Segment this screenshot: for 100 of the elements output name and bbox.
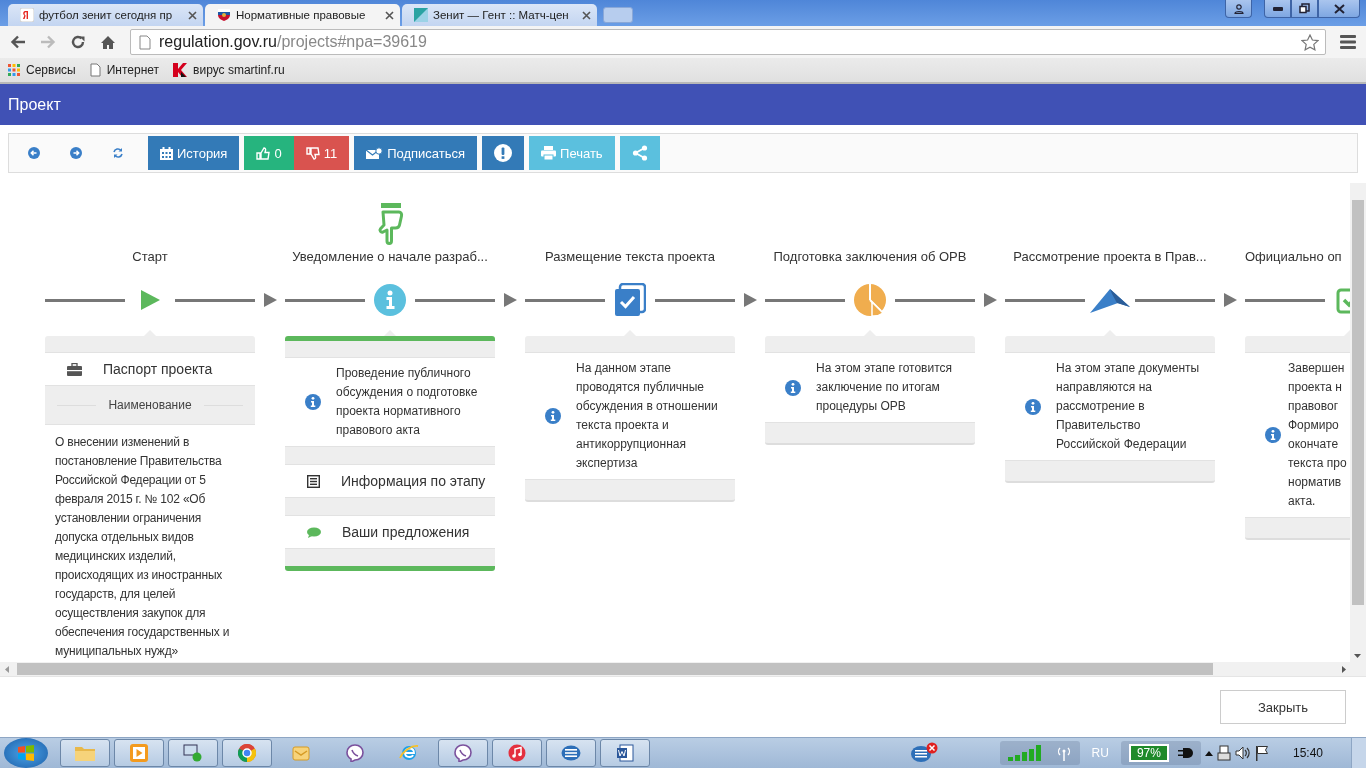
speech-bubble-icon bbox=[307, 526, 321, 538]
taskbar-app[interactable] bbox=[114, 739, 164, 767]
play-icon bbox=[138, 288, 162, 312]
project-name-text: О внесении изменений в постановление Правительства Российской Федерации от 5 февраля 2015 г. № 102 «Об установлении ограничения допуска отдельных видов медицинских изделий, происходящих из иностранных государств, для целей осуществления закупок для обеспечения государственных и муниципальных нужд» bbox=[55, 435, 230, 658]
list-window-icon bbox=[561, 745, 581, 761]
stage-description: На этом этапе документы направляются на рассмотрение в Правительство Российской Федерации bbox=[1056, 360, 1201, 453]
back-arrow-icon[interactable] bbox=[10, 35, 26, 49]
left-circle-icon bbox=[28, 147, 40, 159]
close-icon[interactable] bbox=[188, 10, 197, 20]
arrow-head-icon bbox=[263, 293, 277, 307]
taskbar-app[interactable] bbox=[438, 739, 488, 767]
apps-grid-icon bbox=[8, 64, 20, 76]
taskbar-app[interactable] bbox=[600, 739, 650, 767]
minimize-button[interactable] bbox=[1264, 0, 1291, 18]
scroll-thumb[interactable] bbox=[17, 663, 1213, 675]
stage-description: На данном этапе проводятся публичные обсуждения в отношении текста проекта и антикоррупционная экспертиза bbox=[576, 360, 719, 472]
browser-tab[interactable]: Зенит — Гент :: Матч-цен bbox=[402, 4, 597, 26]
stage-link[interactable]: Информация по этапу bbox=[285, 464, 495, 498]
stage-description-line: окончате bbox=[1288, 436, 1340, 453]
stage-title[interactable]: Уведомление о начале разраб... bbox=[285, 248, 495, 266]
envelope-icon bbox=[366, 146, 384, 160]
menu-icon[interactable] bbox=[1340, 35, 1356, 49]
exclamation-circle-icon bbox=[494, 144, 513, 162]
right-arrow-icon[interactable] bbox=[1342, 665, 1346, 673]
stage-title[interactable]: Рассмотрение проекта в Прав... bbox=[1005, 248, 1215, 266]
up-caret-icon[interactable] bbox=[1204, 750, 1213, 756]
star-icon[interactable] bbox=[1301, 33, 1319, 51]
list-icon bbox=[307, 474, 320, 488]
arrow-head-icon bbox=[503, 293, 517, 307]
stage-description-line: Формиро bbox=[1288, 417, 1340, 434]
person-icon bbox=[1233, 3, 1244, 14]
chat-bubble-icon bbox=[346, 744, 364, 762]
down-arrow-icon[interactable] bbox=[1354, 654, 1361, 658]
calendar-icon bbox=[160, 146, 173, 160]
wheel-icon bbox=[238, 744, 256, 762]
page-icon bbox=[89, 63, 101, 77]
user-button[interactable] bbox=[1225, 0, 1252, 18]
vertical-scrollbar[interactable] bbox=[1350, 183, 1366, 662]
page-title: Проект bbox=[8, 95, 61, 114]
browser-tab[interactable]: футбол зенит сегодня пр bbox=[8, 4, 203, 26]
scroll-thumb[interactable] bbox=[1352, 200, 1364, 605]
taskbar-app[interactable] bbox=[222, 739, 272, 767]
taskbar-app[interactable] bbox=[546, 739, 596, 767]
browser-tab[interactable]: Нормативные правовые bbox=[205, 4, 400, 26]
music-note-icon bbox=[508, 744, 526, 762]
horizontal-scrollbar[interactable] bbox=[0, 662, 1366, 676]
restore-button[interactable] bbox=[1291, 0, 1318, 18]
clock[interactable]: 15:40 bbox=[1292, 746, 1323, 760]
arrow-head-icon bbox=[743, 293, 757, 307]
left-arrow-icon[interactable] bbox=[5, 665, 9, 673]
thumbs-up-icon bbox=[256, 146, 271, 160]
info-icon bbox=[545, 408, 561, 424]
flag-shield-icon bbox=[217, 8, 231, 22]
flag-icon[interactable] bbox=[1254, 745, 1269, 761]
close-icon[interactable] bbox=[385, 10, 394, 20]
speaker-icon[interactable] bbox=[1234, 746, 1251, 760]
history-button[interactable]: История bbox=[148, 136, 240, 170]
subscribe-button[interactable]: Подписаться bbox=[354, 136, 478, 170]
tab-title: Нормативные правовые bbox=[236, 9, 366, 21]
bookmark-link[interactable]: вирус smartinf.ru bbox=[173, 63, 285, 77]
pie-chart-icon bbox=[853, 283, 887, 317]
start-button[interactable] bbox=[4, 738, 48, 768]
close-button[interactable] bbox=[1318, 0, 1360, 18]
stage-title[interactable]: Старт bbox=[45, 248, 255, 266]
info-icon bbox=[785, 379, 801, 396]
roof-arrow-icon bbox=[1089, 286, 1131, 314]
reload-icon[interactable] bbox=[70, 34, 86, 50]
right-circle-icon bbox=[70, 147, 82, 159]
alert-button[interactable] bbox=[482, 136, 525, 170]
windows-logo-icon bbox=[18, 745, 34, 761]
device-icon[interactable] bbox=[1216, 745, 1231, 761]
document-icon bbox=[616, 744, 634, 762]
stage-description-line: норматив bbox=[1288, 474, 1343, 491]
refresh-icon bbox=[112, 147, 124, 159]
network-error-icon bbox=[909, 742, 938, 764]
arrow-head-icon bbox=[1223, 293, 1237, 307]
close-icon[interactable] bbox=[582, 10, 591, 20]
dislike-button[interactable]: 11 bbox=[293, 136, 350, 170]
address-bar[interactable]: regulation.gov.ru/projects#npa=39619 bbox=[130, 29, 1326, 55]
stage-title[interactable]: Подготовка заключения об ОРВ bbox=[765, 248, 975, 266]
bookmark-link[interactable]: Интернет bbox=[89, 63, 160, 77]
bookmark-link[interactable]: Сервисы bbox=[8, 63, 76, 77]
stage-title[interactable]: Официально оп bbox=[1245, 248, 1350, 266]
power-plug-icon bbox=[1176, 747, 1193, 759]
folder-icon bbox=[75, 745, 95, 761]
close-icon bbox=[1333, 3, 1345, 14]
close-button[interactable]: Закрыть bbox=[1220, 690, 1346, 724]
restore-icon bbox=[1299, 3, 1310, 14]
tab-title: футбол зенит сегодня пр bbox=[39, 9, 173, 21]
stage-description-line: Завершен bbox=[1288, 360, 1346, 377]
stage-link[interactable]: Ваши предложения bbox=[285, 515, 495, 549]
battery-indicator[interactable]: 97% bbox=[1128, 744, 1169, 762]
home-icon[interactable] bbox=[100, 34, 116, 50]
stage-description-line: проекта н bbox=[1288, 379, 1343, 396]
taskbar-app[interactable] bbox=[492, 739, 542, 767]
antenna-icon bbox=[1055, 745, 1072, 761]
stage-title[interactable]: Размещение текста проекта bbox=[525, 248, 735, 266]
briefcase-icon bbox=[67, 362, 82, 376]
page-icon bbox=[139, 34, 151, 50]
thumbs-down-icon bbox=[305, 146, 320, 160]
